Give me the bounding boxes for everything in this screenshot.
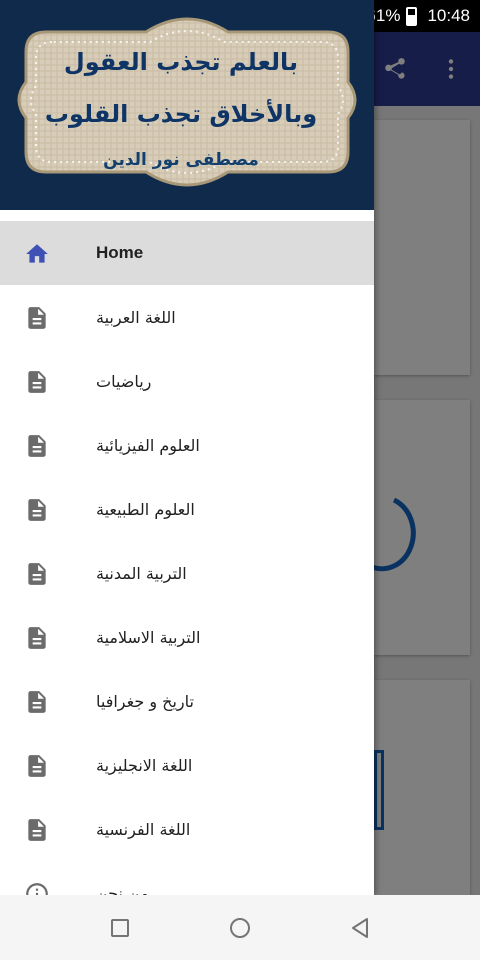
clock: 10:48 <box>427 6 470 25</box>
header-author: مصطفى نور الدين <box>103 150 259 170</box>
nav-item-label: من نحن <box>96 883 149 896</box>
nav-item-7[interactable]: تاريخ و جغرافيا <box>0 669 374 733</box>
nav-item-1[interactable]: اللغة العربية <box>0 285 374 349</box>
nav-item-3[interactable]: العلوم الفيزيائية <box>0 413 374 477</box>
nav-item-6[interactable]: التربية الاسلامية <box>0 605 374 669</box>
nav-item-label: التربية الاسلامية <box>96 627 201 647</box>
nav-item-0[interactable]: Home <box>0 221 374 285</box>
document-icon <box>24 433 50 459</box>
document-icon <box>24 369 50 395</box>
document-icon <box>24 625 50 651</box>
system-navigation-bar <box>0 895 480 960</box>
document-icon <box>24 305 50 331</box>
document-icon <box>24 561 50 587</box>
drawer-header: بالعلم تجذب العقول وبالأخلاق تجذب القلوب… <box>0 0 374 210</box>
nav-item-label: العلوم الطبيعية <box>96 499 195 519</box>
home-button[interactable] <box>226 914 254 942</box>
recent-apps-button[interactable] <box>106 914 134 942</box>
nav-item-label: تاريخ و جغرافيا <box>96 691 194 711</box>
nav-item-label: اللغة الانجليزية <box>96 755 193 775</box>
nav-item-label: التربية المدنية <box>96 563 187 583</box>
header-quote-line2: وبالأخلاق تجذب القلوب <box>44 100 318 128</box>
nav-item-2[interactable]: رياضيات <box>0 349 374 413</box>
nav-item-10[interactable]: من نحن <box>0 861 374 895</box>
navigation-drawer: بالعلم تجذب العقول وبالأخلاق تجذب القلوب… <box>0 0 374 895</box>
document-icon <box>24 753 50 779</box>
header-quote-line1: بالعلم تجذب العقول <box>63 48 299 76</box>
nav-item-label: Home <box>96 243 144 262</box>
nav-item-8[interactable]: اللغة الانجليزية <box>0 733 374 797</box>
home-icon <box>24 241 50 267</box>
nav-item-label: اللغة الفرنسية <box>96 819 191 839</box>
nav-item-9[interactable]: اللغة الفرنسية <box>0 797 374 861</box>
document-icon <box>24 817 50 843</box>
nav-item-label: العلوم الفيزيائية <box>96 435 200 455</box>
nav-menu-list: Home اللغة العربية رياضيات العلوم الفيزيائي… <box>0 221 374 895</box>
nav-item-4[interactable]: العلوم الطبيعية <box>0 477 374 541</box>
document-icon <box>24 497 50 523</box>
battery-icon <box>406 6 418 26</box>
nav-item-label: اللغة العربية <box>96 307 176 327</box>
info-icon <box>24 881 50 895</box>
nav-item-label: رياضيات <box>96 371 152 391</box>
nav-item-5[interactable]: التربية المدنية <box>0 541 374 605</box>
back-button[interactable] <box>346 914 374 942</box>
document-icon <box>24 689 50 715</box>
